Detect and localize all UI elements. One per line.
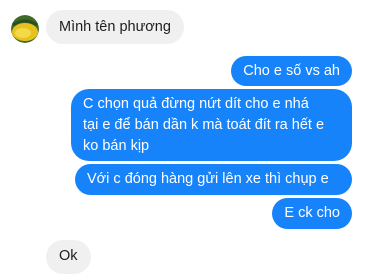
contact-avatar-icon[interactable] xyxy=(11,15,39,43)
message-bubble-outgoing[interactable]: Cho e số vs ah xyxy=(231,56,352,86)
message-bubble-outgoing[interactable]: E ck cho xyxy=(272,198,352,229)
message-line: ko bán kịp xyxy=(83,138,150,154)
message-bubble-incoming[interactable]: Ok xyxy=(46,240,91,274)
message-line: tại e để bán dần k mà toát đít ra hết e xyxy=(83,117,325,133)
message-bubble-incoming[interactable]: Mình tên phương xyxy=(46,10,184,44)
message-bubble-outgoing[interactable]: Với c đóng hàng gửi lên xe thì chụp e xyxy=(75,164,352,195)
message-bubble-outgoing-multiline[interactable]: C chọn quả đừng nứt dít cho e nhá tại e … xyxy=(71,89,352,161)
chat-thread: Mình tên phương Cho e số vs ah C chọn qu… xyxy=(0,0,374,274)
message-line: C chọn quả đừng nứt dít cho e nhá xyxy=(83,96,309,112)
